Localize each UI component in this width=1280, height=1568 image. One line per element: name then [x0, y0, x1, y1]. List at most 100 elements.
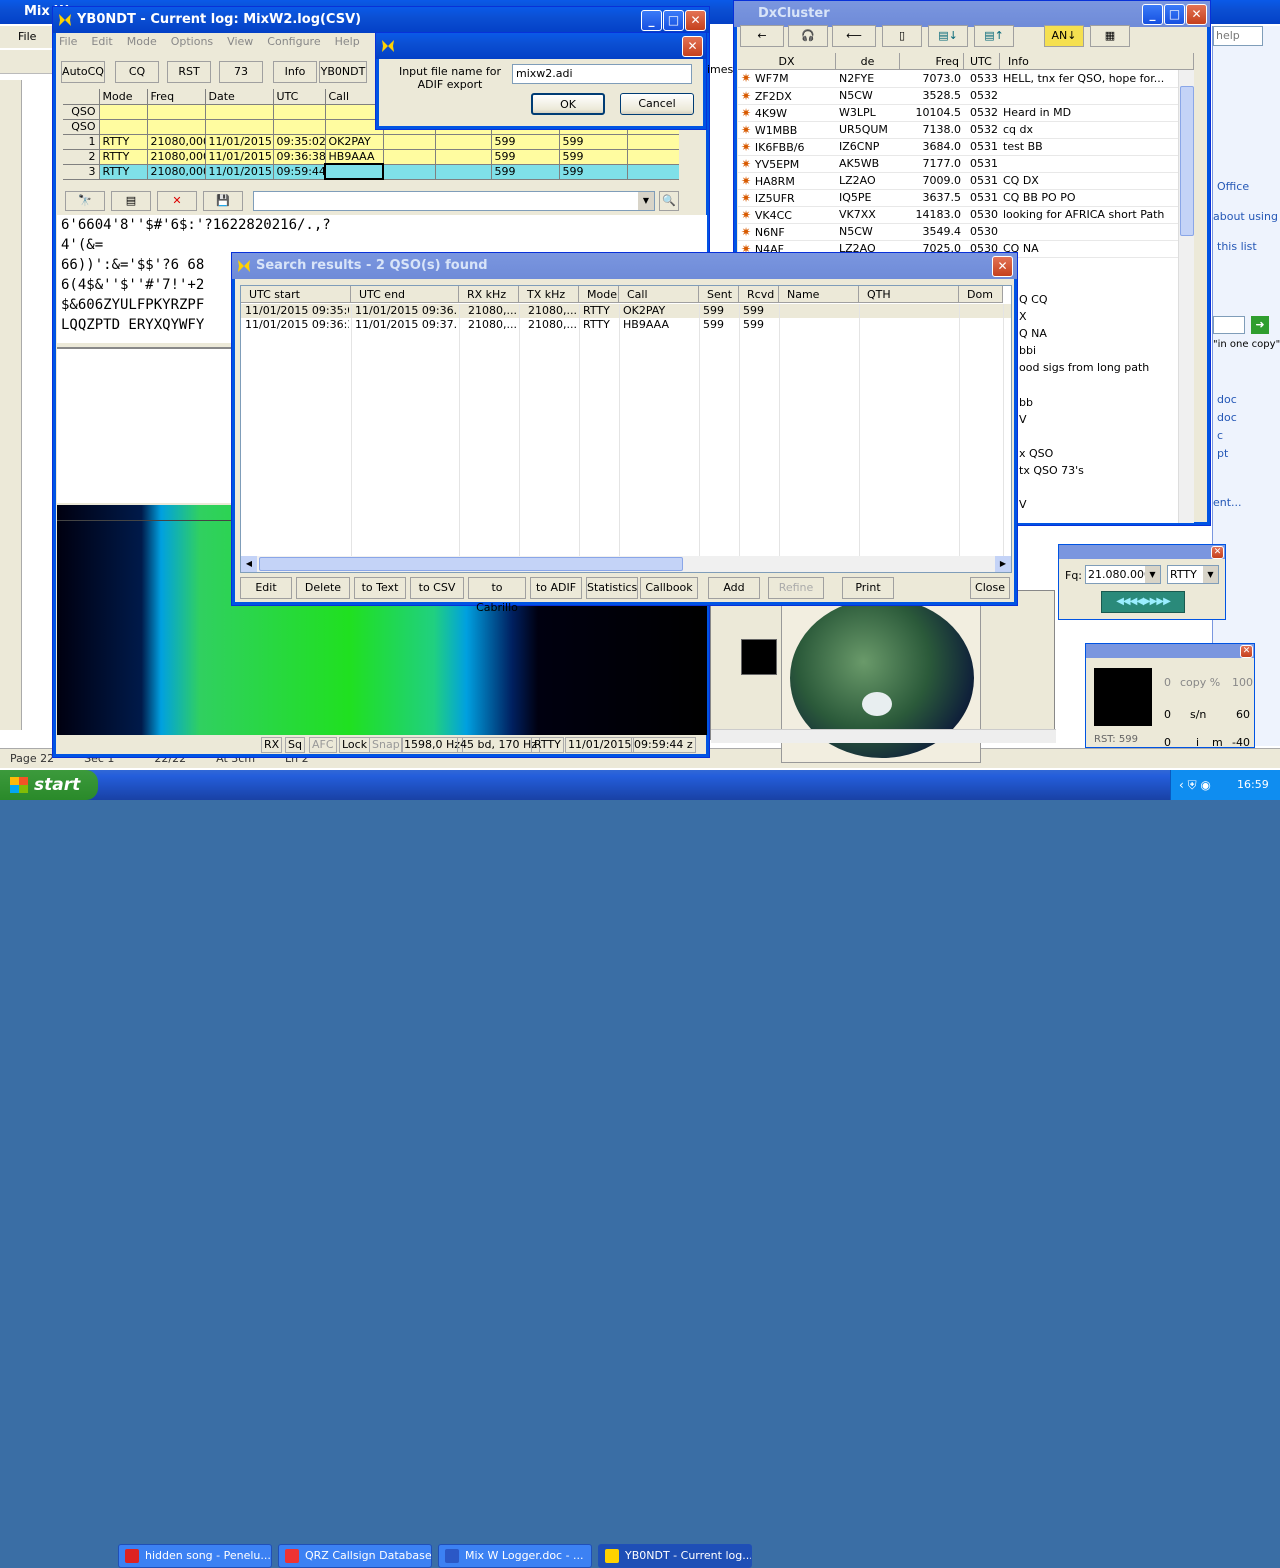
word-side-c[interactable]: c: [1217, 429, 1223, 442]
search-result-row[interactable]: 11/01/2015 09:36:38 11/01/2015 09:37... 21…: [241, 318, 1011, 332]
tune-arrows-button[interactable]: ◀◀◀◀▶▶▶▶: [1101, 591, 1185, 613]
button-add[interactable]: Add: [708, 577, 760, 599]
maximize-icon[interactable]: □: [663, 10, 684, 31]
horizontal-scrollbar[interactable]: ◀ ▶: [241, 556, 1011, 572]
menu-help[interactable]: Help: [335, 35, 360, 48]
dx-spot-row[interactable]: ✷ IK6FBB/6 IZ6CNP 3684.0 0531 test BB: [738, 138, 1178, 156]
status-field[interactable]: RTTY: [531, 737, 564, 753]
dx-spot-row[interactable]: ✷ IZ5UFR IQ5PE 3637.5 0531 CQ BB PO PO: [738, 189, 1178, 207]
button-print[interactable]: Print: [842, 577, 894, 599]
search-col-header[interactable]: UTC end: [351, 286, 459, 303]
save-disk-button[interactable]: 💾: [203, 191, 243, 211]
status-field[interactable]: Lock: [339, 737, 371, 753]
word-side-search-input[interactable]: [1213, 316, 1245, 334]
search-col-header[interactable]: QTH: [859, 286, 959, 303]
scroll-right-arrow[interactable]: ▶: [995, 556, 1011, 572]
taskbar-item[interactable]: hidden song - Penelu...: [118, 1544, 272, 1568]
start-button[interactable]: start: [0, 770, 98, 800]
word-side-about[interactable]: about using: [1213, 210, 1278, 223]
word-side-doc1[interactable]: doc: [1217, 393, 1237, 406]
log-row[interactable]: 1 RTTY 21080,000 11/01/2015 09:35:02 OK2PAY 59…: [63, 134, 679, 150]
taskbar-item[interactable]: YB0NDT - Current log...: [598, 1544, 752, 1568]
status-field[interactable]: 11/01/2015: [565, 737, 635, 753]
button-rst[interactable]: RST: [167, 61, 211, 83]
menu-configure[interactable]: Configure: [267, 35, 320, 48]
freq-col-header[interactable]: Freq: [900, 53, 964, 70]
status-field[interactable]: Snap: [369, 737, 403, 753]
status-field[interactable]: RX: [261, 737, 283, 753]
settings-button[interactable]: ▦: [1090, 25, 1130, 47]
scrollbar-thumb[interactable]: [1180, 86, 1194, 236]
go-arrow-icon[interactable]: ➜: [1251, 316, 1269, 334]
scrollbar-thumb[interactable]: [259, 557, 683, 571]
log-col-header[interactable]: [63, 89, 100, 105]
menu-view[interactable]: View: [227, 35, 253, 48]
close-icon[interactable]: ✕: [1240, 645, 1253, 658]
info-col-header[interactable]: Info: [1000, 53, 1194, 70]
log-col-header[interactable]: Mode: [99, 89, 148, 105]
close-icon[interactable]: ✕: [992, 256, 1013, 277]
minimize-icon[interactable]: _: [641, 10, 662, 31]
button-callbook[interactable]: Callbook: [640, 577, 698, 599]
button-73[interactable]: 73: [219, 61, 263, 83]
log-col-header[interactable]: Freq: [147, 89, 206, 105]
announce-button[interactable]: AN↓: [1044, 25, 1084, 47]
button-edit[interactable]: Edit: [240, 577, 292, 599]
minimize-icon[interactable]: _: [1142, 4, 1163, 25]
dx-spot-row[interactable]: ✷ W1MBB UR5QUM 7138.0 0532 cq dx: [738, 121, 1178, 139]
word-side-thislist[interactable]: this list: [1217, 240, 1257, 253]
word-side-office[interactable]: Office: [1217, 180, 1249, 193]
word-side-ent[interactable]: ent...: [1213, 496, 1242, 509]
status-field[interactable]: 1598,0 Hz: [401, 737, 464, 753]
button-to-cabrillo[interactable]: to Cabrillo: [468, 577, 526, 614]
close-icon[interactable]: ✕: [685, 10, 706, 31]
maximize-icon[interactable]: □: [1164, 4, 1185, 25]
menu-file[interactable]: File: [59, 35, 77, 48]
ok-button[interactable]: OK: [531, 93, 605, 115]
search-col-header[interactable]: UTC start: [241, 286, 351, 303]
word-side-doc2[interactable]: doc: [1217, 411, 1237, 424]
menu-mode[interactable]: Mode: [127, 35, 157, 48]
search-col-header[interactable]: Call: [619, 286, 699, 303]
button-to-adif[interactable]: to ADIF: [530, 577, 582, 599]
word-side-pt[interactable]: pt: [1217, 447, 1228, 460]
mode-select[interactable]: RTTY ▼: [1167, 565, 1219, 584]
dx-spot-row[interactable]: ✷ N6NF N5CW 3549.4 0530: [738, 223, 1178, 241]
de-col-header[interactable]: de: [836, 53, 900, 70]
status-field[interactable]: 45 bd, 170 Hz: [457, 737, 540, 753]
call-combo[interactable]: ▼: [253, 191, 655, 211]
search-col-header[interactable]: TX kHz: [519, 286, 579, 303]
sort-down-button[interactable]: ▤↓: [928, 25, 968, 47]
status-field[interactable]: AFC: [309, 737, 337, 753]
search-col-header[interactable]: RX kHz: [459, 286, 519, 303]
button-statistics[interactable]: Statistics: [586, 577, 638, 599]
status-field[interactable]: 09:59:44 z: [631, 737, 696, 753]
search-col-header[interactable]: Dom: [959, 286, 1003, 303]
back-arrow-button[interactable]: ←: [740, 25, 784, 47]
close-icon[interactable]: ✕: [682, 36, 703, 57]
menu-options[interactable]: Options: [171, 35, 213, 48]
log-row[interactable]: 2 RTTY 21080,000 11/01/2015 09:36:38 HB9AAA 59…: [63, 149, 679, 165]
search-col-header[interactable]: Rcvd: [739, 286, 779, 303]
close-icon[interactable]: ✕: [1211, 546, 1224, 559]
button-yb0ndt[interactable]: YB0NDT: [319, 61, 367, 83]
button-cq[interactable]: CQ: [115, 61, 159, 83]
scroll-left-arrow[interactable]: ◀: [241, 556, 257, 572]
dx-scrollbar[interactable]: [1178, 70, 1194, 523]
dx-spot-row[interactable]: ✷ VK4CC VK7XX 14183.0 0530 looking for AFRIC…: [738, 206, 1178, 224]
search-col-header[interactable]: Sent: [699, 286, 739, 303]
dx-spot-row[interactable]: ✷ WF7M N2FYE 7073.0 0533 HELL, tnx fer QSO, …: [738, 70, 1178, 88]
status-field[interactable]: Sq: [285, 737, 305, 753]
delete-x-button[interactable]: ✕: [157, 191, 197, 211]
binoculars-button[interactable]: 🔭: [65, 191, 105, 211]
search-col-header[interactable]: Name: [779, 286, 859, 303]
log-col-header[interactable]: UTC: [273, 89, 326, 105]
button-refine[interactable]: Refine: [768, 577, 824, 599]
form-button[interactable]: ▤: [111, 191, 151, 211]
arrow-button[interactable]: ⟵: [832, 25, 876, 47]
search-icon[interactable]: 🔍: [659, 191, 679, 211]
dx-spot-row[interactable]: ✷ YV5EPM AK5WB 7177.0 0531: [738, 155, 1178, 173]
button-to-text[interactable]: to Text: [354, 577, 406, 599]
freq-select[interactable]: 21.080.000 ▼: [1085, 565, 1161, 584]
taskbar-item[interactable]: QRZ Callsign Database: [278, 1544, 432, 1568]
